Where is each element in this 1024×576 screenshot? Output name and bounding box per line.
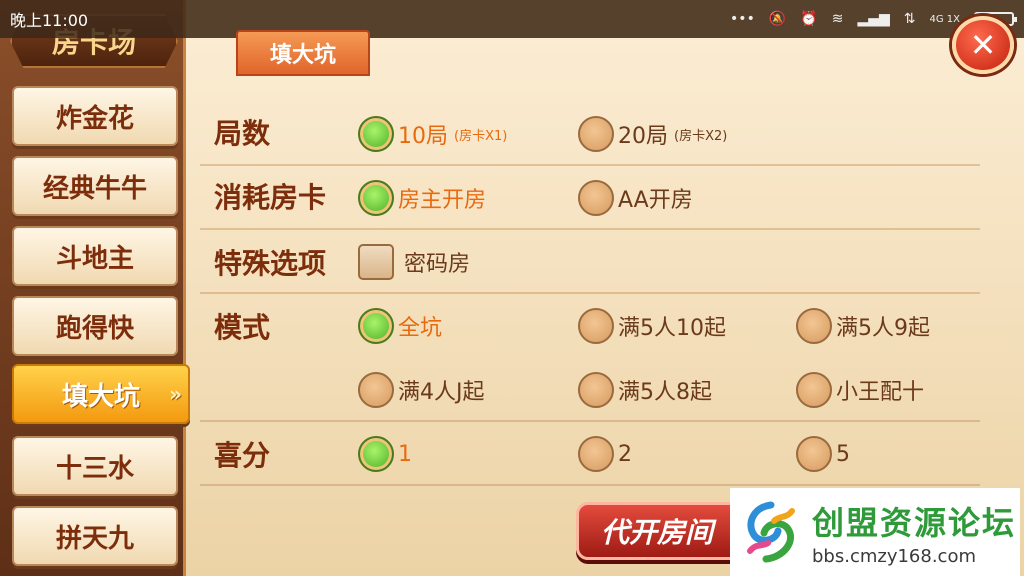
- create-room-button[interactable]: 代开房间: [576, 502, 746, 560]
- rounds-option-10[interactable]: 10局 (房卡X1): [358, 116, 507, 152]
- rounds-option-20[interactable]: 20局 (房卡X2): [578, 116, 727, 152]
- divider: [200, 484, 980, 486]
- radio-unchecked-icon[interactable]: [578, 372, 614, 408]
- option-label: 满5人10起: [618, 316, 726, 341]
- radio-unchecked-icon[interactable]: [796, 436, 832, 472]
- radio-unchecked-icon[interactable]: [578, 180, 614, 216]
- rounds-label: 局数: [214, 117, 271, 150]
- option-label: 房主开房: [398, 188, 487, 213]
- option-label: 10局: [398, 124, 448, 149]
- watermark-text: 创盟资源论坛 bbs.cmzy168.com: [812, 498, 1016, 567]
- checkbox-icon[interactable]: [358, 244, 394, 280]
- sidebar-item-doudizhu[interactable]: 斗地主: [12, 226, 178, 286]
- sidebar-item-tiandakeng[interactable]: 填大坑 »: [12, 364, 190, 424]
- radio-checked-icon[interactable]: [358, 308, 394, 344]
- card-cost-option-owner[interactable]: 房主开房: [358, 180, 486, 216]
- option-label: 全坑: [398, 316, 443, 341]
- sidebar-item-paodekuai[interactable]: 跑得快: [12, 296, 178, 356]
- sidebar-item-niuniu[interactable]: 经典牛牛: [12, 156, 178, 216]
- close-button[interactable]: ✕: [952, 16, 1014, 74]
- watermark-title: 创盟资源论坛: [812, 503, 1017, 542]
- sidebar-item-pintianjiu[interactable]: 拼天九: [12, 506, 178, 566]
- signal-label: 4G 1X: [929, 13, 960, 25]
- option-note: (房卡X2): [674, 128, 728, 144]
- special-option-password[interactable]: 密码房: [358, 244, 470, 280]
- more-dots-icon: •••: [730, 11, 755, 27]
- wifi-icon: ≋: [831, 11, 844, 27]
- mode-option-quankeng[interactable]: 全坑: [358, 308, 442, 344]
- bonus-option-5[interactable]: 5: [796, 436, 850, 472]
- radio-unchecked-icon[interactable]: [796, 308, 832, 344]
- divider: [200, 292, 980, 294]
- bonus-option-2[interactable]: 2: [578, 436, 632, 472]
- alarm-icon: ⏰: [800, 11, 818, 27]
- option-label: 满4人J起: [398, 380, 485, 405]
- mode-option-5p9[interactable]: 满5人9起: [796, 308, 930, 344]
- mode-option-5p10[interactable]: 满5人10起: [578, 308, 726, 344]
- mode-option-4pj[interactable]: 满4人J起: [358, 372, 485, 408]
- status-bar: 晚上11:00 ••• 🔕 ⏰ ≋ ▂▄▆ ⇅ 4G 1X: [0, 0, 1024, 38]
- mode-label: 模式: [214, 311, 271, 344]
- radio-unchecked-icon[interactable]: [796, 372, 832, 408]
- option-note: (房卡X1): [454, 128, 508, 144]
- signal-icon: ▂▄▆: [857, 11, 890, 27]
- sidebar-item-shisanshui[interactable]: 十三水: [12, 436, 178, 496]
- option-label: AA开房: [618, 188, 693, 213]
- option-label: 20局: [618, 124, 668, 149]
- bonus-label: 喜分: [214, 439, 271, 472]
- radio-unchecked-icon[interactable]: [578, 308, 614, 344]
- tab-tiandakeng[interactable]: 填大坑: [236, 30, 370, 76]
- sidebar-item-label: 填大坑: [61, 381, 140, 412]
- mode-option-5p8[interactable]: 满5人8起: [578, 372, 712, 408]
- watermark-url: bbs.cmzy168.com: [812, 545, 977, 567]
- card-cost-label: 消耗房卡: [214, 181, 327, 214]
- radio-checked-icon[interactable]: [358, 180, 394, 216]
- option-label: 5: [836, 441, 850, 467]
- radio-unchecked-icon[interactable]: [358, 372, 394, 408]
- radio-unchecked-icon[interactable]: [578, 436, 614, 472]
- radio-checked-icon[interactable]: [358, 116, 394, 152]
- divider: [200, 228, 980, 230]
- option-label: 1: [398, 441, 412, 467]
- watermark: 创盟资源论坛 bbs.cmzy168.com: [730, 488, 1020, 576]
- chevron-right-icon: »: [169, 382, 182, 406]
- option-label: 2: [618, 441, 632, 467]
- divider: [200, 420, 980, 422]
- radio-checked-icon[interactable]: [358, 436, 394, 472]
- mute-icon: 🔕: [768, 11, 787, 27]
- data-transfer-icon: ⇅: [903, 11, 916, 27]
- option-label: 满5人8起: [618, 380, 712, 405]
- sidebar: 房卡场 炸金花 经典牛牛 斗地主 跑得快 填大坑 » 十三水 拼天九: [0, 0, 190, 576]
- bonus-option-1[interactable]: 1: [358, 436, 412, 472]
- option-label: 满5人9起: [836, 316, 930, 341]
- option-label: 小王配十: [836, 380, 925, 405]
- forum-logo-icon: [747, 501, 795, 563]
- close-icon: ✕: [969, 26, 997, 64]
- sidebar-item-zhajinhua[interactable]: 炸金花: [12, 86, 178, 146]
- special-label: 特殊选项: [214, 247, 327, 280]
- option-label: 密码房: [404, 252, 471, 277]
- mode-option-xiaowang[interactable]: 小王配十: [796, 372, 924, 408]
- status-time: 晚上11:00: [10, 11, 89, 30]
- card-cost-option-aa[interactable]: AA开房: [578, 180, 693, 216]
- divider: [200, 164, 980, 166]
- radio-unchecked-icon[interactable]: [578, 116, 614, 152]
